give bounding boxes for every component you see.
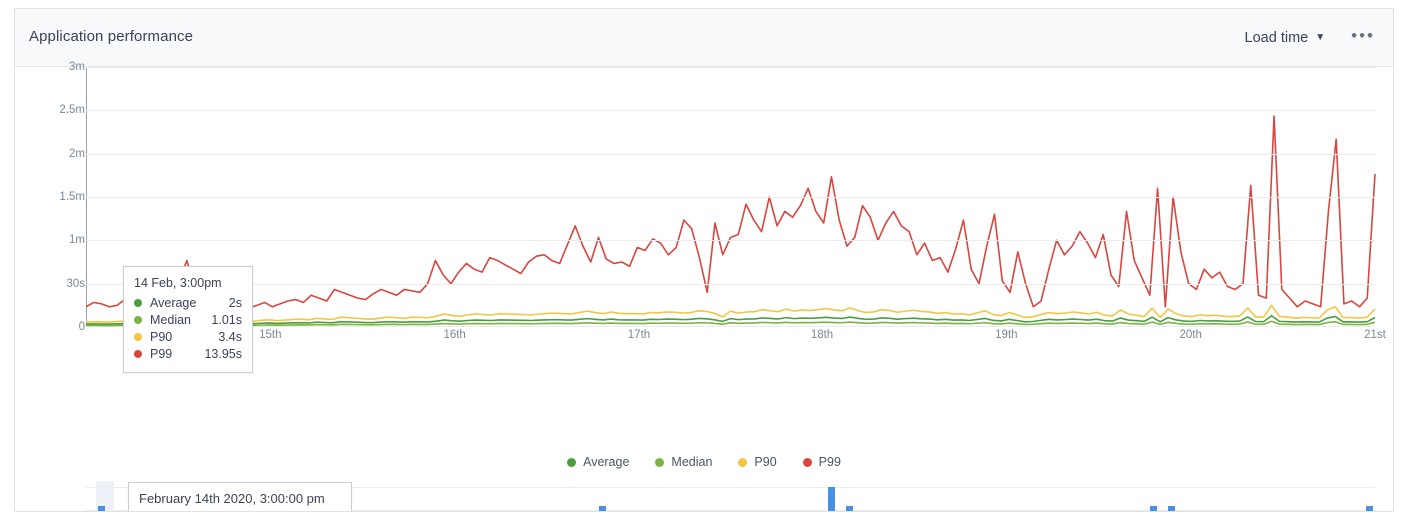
legend-dot-icon [655, 457, 665, 467]
tooltip-row: P99 13.95s [134, 347, 242, 361]
gridline [86, 197, 1375, 198]
y-axis-tick: 1.5m [59, 191, 85, 203]
legend-dot-icon [567, 457, 577, 467]
x-axis-tick: 15th [259, 329, 282, 341]
y-axis: 3m 2.5m 2m 1.5m 1m 30s 0 [15, 61, 85, 367]
legend-item[interactable]: P90 [738, 455, 777, 469]
ellipsis-icon[interactable]: ••• [1351, 27, 1375, 49]
legend-dot-icon [134, 333, 142, 341]
deployment-bar[interactable] [598, 506, 606, 511]
application-performance-card: Application performance Load time ▼ ••• … [14, 8, 1394, 512]
tooltip-row: Average 2s [134, 296, 242, 310]
y-axis-tick: 1m [69, 234, 85, 247]
deployment-bar[interactable] [1365, 506, 1373, 511]
chevron-down-icon: ▼ [1315, 32, 1326, 43]
metric-select[interactable]: Load time ▼ [1245, 30, 1326, 46]
card-header: Application performance Load time ▼ ••• [15, 9, 1393, 67]
legend-item[interactable]: Median [655, 455, 712, 469]
deployment-bar[interactable] [1168, 506, 1176, 511]
deployments-tooltip: February 14th 2020, 3:00:00 pm Deploymen… [128, 482, 352, 511]
gridline [86, 153, 1375, 155]
y-axis-tick: 30s [66, 277, 85, 290]
x-axis-tick: 17th [627, 329, 651, 341]
header-controls: Load time ▼ ••• [1245, 9, 1375, 67]
deployments-tooltip-title: February 14th 2020, 3:00:00 pm [139, 491, 325, 506]
tooltip-row-label: Average [150, 296, 197, 310]
series-line [86, 305, 1375, 322]
legend-item[interactable]: P99 [802, 455, 841, 469]
y-axis-tick: 0 [78, 321, 85, 333]
deployment-bar[interactable] [98, 506, 106, 511]
series-tooltip-rows: Average 2s Median 1.01s P90 3.4s P99 13.95s [134, 296, 242, 361]
deployment-bar[interactable] [846, 506, 854, 511]
legend-dot-icon [738, 457, 748, 467]
x-axis-tick: 19th [995, 329, 1018, 341]
legend-dot-icon [802, 457, 812, 467]
metric-select-label: Load time [1244, 30, 1309, 46]
tooltip-row-value: 2s [228, 296, 242, 310]
legend-item-label: Average [583, 455, 630, 469]
gridline [86, 240, 1375, 242]
legend-dot-icon [134, 350, 142, 358]
series-tooltip: 14 Feb, 3:00pm Average 2s Median 1.01s P90 3.… [123, 266, 253, 373]
legend-dot-icon [134, 299, 142, 307]
plot-area[interactable] [86, 67, 1375, 327]
gridline [86, 67, 1375, 68]
tooltip-row-value: 1.01s [211, 313, 242, 327]
legend-dot-icon [134, 316, 142, 324]
tooltip-row-value: 13.95s [204, 347, 242, 361]
x-axis-tick: 16th [443, 329, 466, 341]
x-axis-tick: 21st [1364, 329, 1386, 341]
chart-body: 3m 2.5m 2m 1.5m 1m 30s 0 15th 16th 17th 18th 19th 2… [15, 61, 1393, 511]
y-axis-tick: 3m [69, 61, 85, 73]
gridline [86, 110, 1375, 112]
chart-legend: Average Median P90 P99 [15, 455, 1393, 469]
y-axis-tick: 2.5m [59, 104, 85, 117]
legend-item-label: Median [671, 455, 713, 469]
tooltip-row: Median 1.01s [134, 313, 242, 327]
legend-item-label: P90 [754, 455, 777, 469]
deployment-bar[interactable] [828, 487, 836, 511]
page-title: Application performance [29, 28, 194, 45]
series-line [86, 116, 1375, 308]
tooltip-row-value: 3.4s [218, 330, 242, 344]
tooltip-row: P90 3.4s [134, 330, 242, 344]
x-axis: 15th 16th 17th 18th 19th 20th 21st [86, 329, 1386, 349]
x-axis-tick: 20th [1179, 329, 1202, 341]
tooltip-row-label: Median [150, 313, 191, 327]
deployment-bar[interactable] [1150, 506, 1158, 511]
legend-item[interactable]: Average [567, 455, 629, 469]
tooltip-row-label: P90 [150, 330, 173, 344]
x-axis-tick: 18th [810, 329, 834, 341]
legend-item-label: P99 [818, 455, 841, 469]
tooltip-row-label: P99 [150, 347, 173, 361]
series-tooltip-title: 14 Feb, 3:00pm [134, 276, 222, 290]
gridline [86, 283, 1375, 285]
y-axis-tick: 2m [69, 147, 85, 160]
